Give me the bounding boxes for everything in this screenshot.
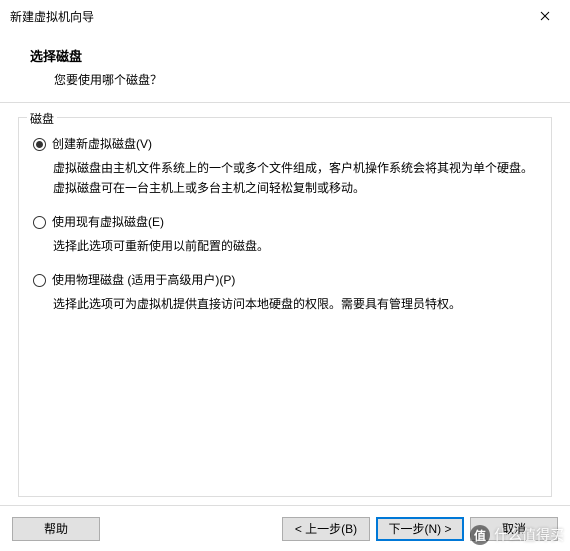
wizard-window: 新建虚拟机向导 选择磁盘 您要使用哪个磁盘？ 磁盘 创建新虚拟磁盘(V) 虚拟磁… bbox=[0, 0, 570, 551]
radio-icon bbox=[33, 138, 46, 151]
radio-label: 使用物理磁盘 (适用于高级用户)(P) bbox=[52, 270, 235, 290]
radio-description: 虚拟磁盘由主机文件系统上的一个或多个文件组成，客户机操作系统会将其视为单个硬盘。… bbox=[53, 158, 537, 198]
back-button[interactable]: < 上一步(B) bbox=[282, 517, 370, 541]
option-create-new-disk: 创建新虚拟磁盘(V) 虚拟磁盘由主机文件系统上的一个或多个文件组成，客户机操作系… bbox=[33, 134, 537, 198]
page-title: 选择磁盘 bbox=[30, 46, 540, 65]
radio-row[interactable]: 使用现有虚拟磁盘(E) bbox=[33, 212, 537, 232]
next-button[interactable]: 下一步(N) > bbox=[376, 517, 464, 541]
titlebar: 新建虚拟机向导 bbox=[0, 0, 570, 32]
option-use-physical-disk: 使用物理磁盘 (适用于高级用户)(P) 选择此选项可为虚拟机提供直接访问本地硬盘… bbox=[33, 270, 537, 314]
wizard-header: 选择磁盘 您要使用哪个磁盘？ bbox=[0, 32, 570, 103]
window-title: 新建虚拟机向导 bbox=[10, 8, 522, 25]
close-button[interactable] bbox=[522, 0, 568, 32]
cancel-button[interactable]: 取消 bbox=[470, 517, 558, 541]
radio-label: 创建新虚拟磁盘(V) bbox=[52, 134, 152, 154]
close-icon bbox=[540, 11, 550, 21]
radio-description: 选择此选项可为虚拟机提供直接访问本地硬盘的权限。需要具有管理员特权。 bbox=[53, 294, 537, 314]
radio-row[interactable]: 使用物理磁盘 (适用于高级用户)(P) bbox=[33, 270, 537, 290]
wizard-footer: 帮助 < 上一步(B) 下一步(N) > 取消 值 什么值得买 bbox=[0, 505, 570, 551]
disk-groupbox: 磁盘 创建新虚拟磁盘(V) 虚拟磁盘由主机文件系统上的一个或多个文件组成，客户机… bbox=[18, 117, 552, 497]
help-button[interactable]: 帮助 bbox=[12, 517, 100, 541]
page-subtitle: 您要使用哪个磁盘？ bbox=[54, 71, 540, 88]
radio-icon bbox=[33, 216, 46, 229]
option-use-existing-disk: 使用现有虚拟磁盘(E) 选择此选项可重新使用以前配置的磁盘。 bbox=[33, 212, 537, 256]
wizard-content: 磁盘 创建新虚拟磁盘(V) 虚拟磁盘由主机文件系统上的一个或多个文件组成，客户机… bbox=[0, 103, 570, 505]
radio-label: 使用现有虚拟磁盘(E) bbox=[52, 212, 164, 232]
groupbox-legend: 磁盘 bbox=[27, 110, 57, 127]
radio-description: 选择此选项可重新使用以前配置的磁盘。 bbox=[53, 236, 537, 256]
radio-row[interactable]: 创建新虚拟磁盘(V) bbox=[33, 134, 537, 154]
radio-icon bbox=[33, 274, 46, 287]
